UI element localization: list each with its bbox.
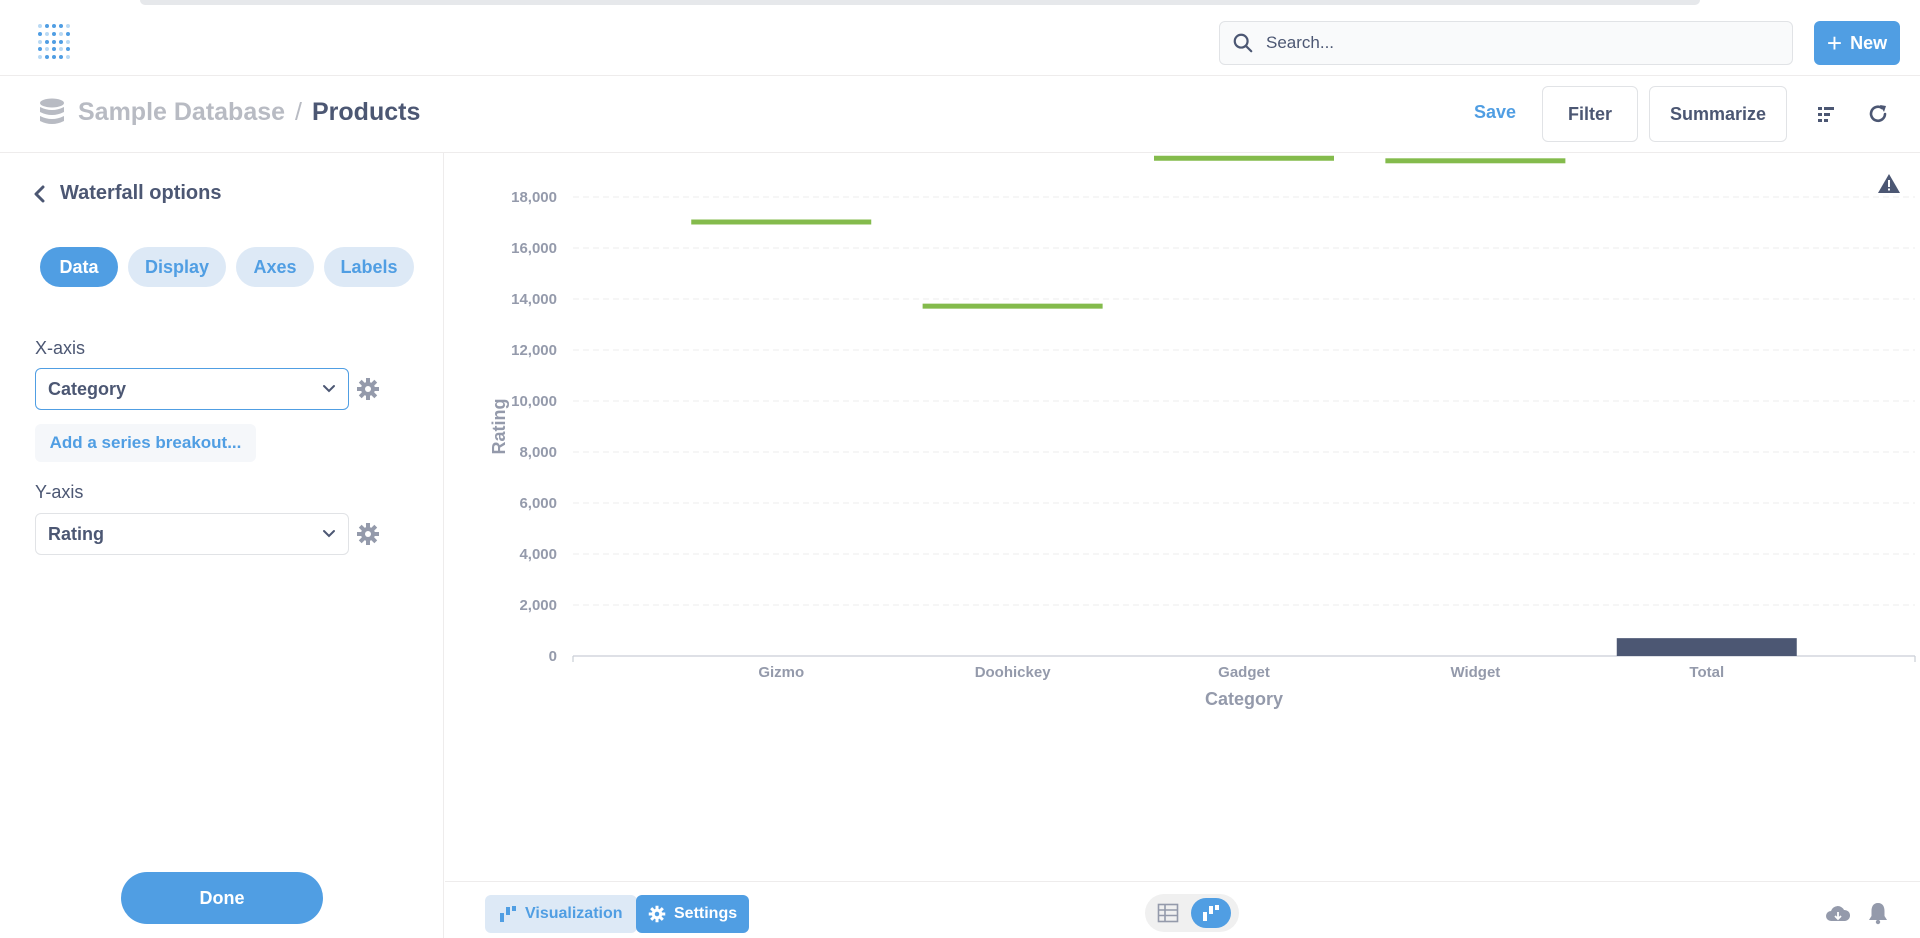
y-tick-label: 0	[549, 648, 557, 665]
settings-sidebar: Waterfall options Data Display Axes Labe…	[0, 153, 444, 938]
gear-icon	[648, 905, 666, 923]
breadcrumb-table[interactable]: Products	[312, 98, 420, 127]
bell-icon[interactable]	[1867, 901, 1889, 925]
y-tick-label: 18,000	[511, 189, 557, 206]
new-button[interactable]: + New	[1814, 21, 1900, 65]
plus-icon: +	[1826, 28, 1843, 58]
x-tick-label: Gizmo	[758, 664, 804, 681]
table-view-icon[interactable]	[1157, 902, 1179, 924]
breadcrumb-database[interactable]: Sample Database	[78, 98, 285, 127]
x-axis-label: X-axis	[35, 338, 86, 358]
y-axis-value: Rating	[48, 523, 104, 544]
notebook-editor-icon[interactable]	[1815, 102, 1839, 126]
y-tick-label: 8,000	[519, 444, 557, 461]
view-toggle	[1145, 894, 1239, 932]
search-icon	[1233, 33, 1253, 53]
x-axis-select[interactable]: Category	[35, 368, 349, 410]
breadcrumb: Sample Database / Products	[38, 97, 420, 127]
x-tick-label: Widget	[1450, 664, 1500, 681]
chart-area: 0 2,000 4,000 6,000 8,000 10,000 12,000 14,000 1…	[445, 153, 1920, 881]
refresh-icon[interactable]	[1866, 102, 1890, 126]
y-tick-label: 6,000	[519, 495, 557, 512]
waterfall-chart: 0 2,000 4,000 6,000 8,000 10,000 12,000 14,000 1…	[489, 155, 1916, 709]
chart-view-button[interactable]	[1191, 898, 1231, 928]
x-axis-title: Category	[1205, 689, 1283, 709]
y-tick-label: 16,000	[511, 240, 557, 257]
waterfall-bar-widget	[1385, 158, 1566, 164]
y-axis-select[interactable]: Rating	[35, 513, 349, 555]
tab-labels[interactable]: Labels	[324, 247, 414, 287]
warning-icon[interactable]	[1877, 172, 1901, 196]
sidebar-back-link[interactable]: Waterfall options	[32, 182, 221, 205]
y-tick-label: 4,000	[519, 546, 557, 563]
y-axis-title: Rating	[489, 399, 509, 455]
breadcrumb-separator: /	[295, 97, 302, 126]
chevron-down-icon	[323, 530, 335, 538]
query-header: Sample Database / Products Save Filter S…	[0, 76, 1920, 153]
browser-chrome-strip	[140, 0, 1700, 5]
waterfall-bar-gizmo	[691, 219, 872, 225]
waterfall-bar-doohickey	[922, 303, 1103, 309]
filter-button[interactable]: Filter	[1542, 86, 1638, 142]
waterfall-icon	[1203, 905, 1219, 921]
top-navigation: Search... + New	[0, 0, 1920, 76]
tab-display[interactable]: Display	[128, 247, 226, 287]
query-footer: Visualization Settings	[445, 881, 1920, 938]
settings-button-label: Settings	[674, 905, 738, 922]
visualization-button[interactable]: Visualization	[485, 895, 637, 933]
search-placeholder: Search...	[1266, 33, 1335, 52]
settings-tabs: Data Display Axes Labels	[40, 247, 424, 287]
x-tick-label: Gadget	[1218, 664, 1270, 681]
waterfall-bar-total	[1616, 638, 1797, 656]
x-axis-gear-icon[interactable]	[356, 377, 380, 401]
x-axis-value: Category	[48, 378, 127, 399]
waterfall-icon	[500, 906, 516, 922]
x-tick-label: Doohickey	[975, 664, 1052, 681]
y-tick-label: 2,000	[519, 597, 557, 614]
database-icon	[40, 98, 64, 124]
add-series-breakout-button[interactable]: Add a series breakout...	[35, 424, 256, 462]
done-button[interactable]: Done	[121, 872, 323, 924]
tab-data[interactable]: Data	[40, 247, 118, 287]
settings-button[interactable]: Settings	[636, 895, 750, 933]
y-axis-gear-icon[interactable]	[356, 522, 380, 546]
summarize-button[interactable]: Summarize	[1649, 86, 1787, 142]
y-tick-label: 12,000	[511, 342, 557, 359]
y-tick-label: 10,000	[511, 393, 557, 410]
chevron-down-icon	[323, 385, 335, 393]
sidebar-title: Waterfall options	[60, 182, 222, 204]
visualization-button-label: Visualization	[525, 905, 623, 922]
tab-axes[interactable]: Axes	[236, 247, 314, 287]
y-axis-label: Y-axis	[35, 482, 84, 502]
save-button[interactable]: Save	[1474, 102, 1516, 123]
download-icon[interactable]	[1825, 903, 1851, 925]
x-tick-label: Total	[1689, 664, 1724, 681]
chevron-left-icon	[34, 185, 45, 202]
waterfall-bar-gadget	[1154, 155, 1334, 161]
search-input[interactable]: Search...	[1219, 21, 1793, 65]
new-button-label: New	[1850, 32, 1888, 53]
metabase-logo-icon[interactable]	[38, 24, 72, 60]
y-tick-label: 14,000	[511, 291, 557, 308]
